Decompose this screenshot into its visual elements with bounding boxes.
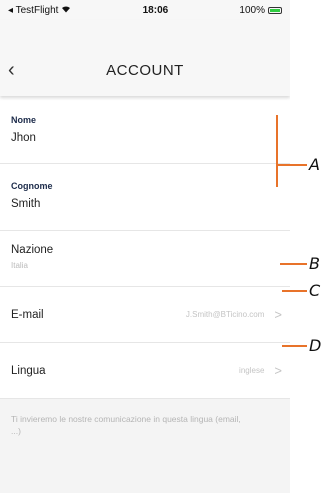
email-label: E-mail <box>11 308 44 321</box>
nome-field[interactable]: Nome Jhon <box>0 96 290 164</box>
language-note: Ti invieremo le nostre comunicazione in … <box>11 414 241 436</box>
lingua-right: inglese > <box>239 363 282 378</box>
email-value: J.Smith@BTicino.com <box>185 310 265 319</box>
nazione-field[interactable]: Nazione Italia <box>0 231 290 287</box>
status-left: ◂ TestFlight <box>8 5 71 16</box>
email-right: J.Smith@BTicino.com > <box>186 307 282 322</box>
callout-leader-c <box>282 290 307 292</box>
navigation-bar: ‹ ACCOUNT <box>0 20 290 96</box>
battery-icon <box>267 6 282 14</box>
page-title: ACCOUNT <box>106 62 184 79</box>
callout-label-c: C <box>309 281 321 300</box>
account-form: Nome Jhon Cognome Smith Nazione Italia E… <box>0 96 290 399</box>
battery-percent: 100% <box>239 4 265 16</box>
callout-label-d: D <box>309 336 322 355</box>
lingua-value: inglese <box>239 366 265 375</box>
nazione-label: Nazione <box>11 244 54 256</box>
callout-bracket-a <box>276 115 278 187</box>
phone-screen: ◂ TestFlight 18:06 100% ‹ ACCOUNT Nome J… <box>0 0 290 493</box>
cognome-field[interactable]: Cognome Smith <box>0 164 290 231</box>
nazione-value: Italia <box>11 261 28 270</box>
callout-leader-b <box>280 263 307 265</box>
chevron-right-icon: > <box>274 363 282 378</box>
carrier-label: ◂ TestFlight <box>8 4 59 16</box>
lingua-row[interactable]: Lingua inglese > <box>0 343 290 399</box>
callout-label-b: B <box>309 254 320 273</box>
wifi-icon <box>61 5 71 16</box>
callout-leader-d <box>282 345 307 347</box>
chevron-right-icon: > <box>274 307 282 322</box>
cognome-label: Cognome <box>11 181 53 191</box>
status-time: 18:06 <box>142 4 169 16</box>
battery-group: 100% <box>239 5 282 16</box>
status-bar: ◂ TestFlight 18:06 100% <box>0 0 290 20</box>
lingua-label: Lingua <box>11 364 46 377</box>
callout-label-a: A <box>309 155 320 174</box>
nome-value: Jhon <box>11 132 36 144</box>
nome-label: Nome <box>11 115 37 125</box>
cognome-value: Smith <box>11 198 41 210</box>
callout-leader-a <box>277 164 307 166</box>
email-row[interactable]: E-mail J.Smith@BTicino.com > <box>0 287 290 343</box>
